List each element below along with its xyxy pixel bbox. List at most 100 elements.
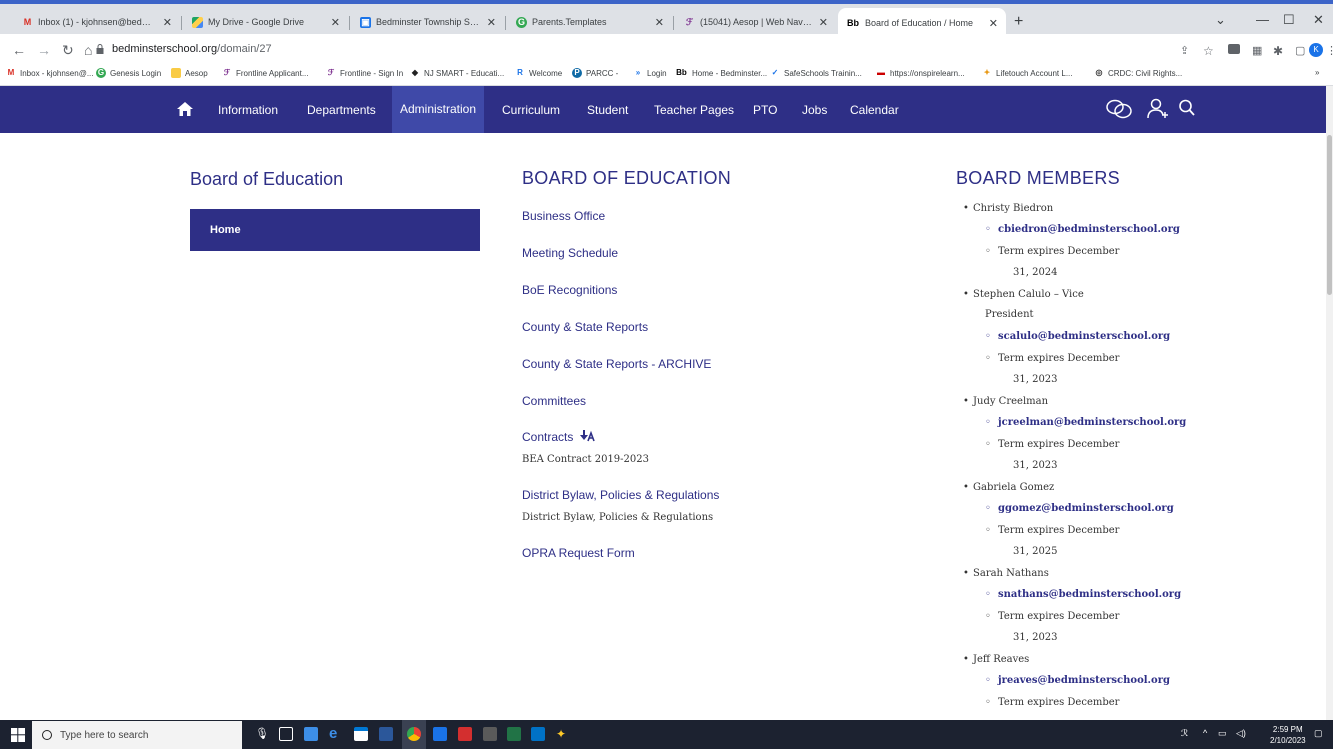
home-icon[interactable]: ⌂: [84, 42, 92, 58]
bookmark-item[interactable]: ℱ Frontline Applicant...: [222, 68, 309, 78]
search-icon[interactable]: [1178, 98, 1196, 118]
side-panel-icon[interactable]: ▢: [1295, 44, 1307, 57]
close-tab-icon[interactable]: ✕: [655, 16, 664, 29]
bookmark-item[interactable]: ◆ NJ SMART - Educati...: [410, 68, 504, 78]
quick-app-icon[interactable]: [458, 727, 472, 741]
close-window-icon[interactable]: ✕: [1313, 12, 1324, 28]
chrome-taskbar-icon[interactable]: [402, 720, 426, 749]
nav-student[interactable]: Student: [587, 103, 628, 117]
nav-calendar[interactable]: Calendar: [850, 103, 899, 117]
bookmark-item[interactable]: ℱ Frontline - Sign In: [326, 68, 403, 78]
member-email[interactable]: jcreelman@bedminsterschool.org: [985, 417, 1186, 428]
extension-icon[interactable]: [1228, 44, 1240, 54]
snipping-tool-icon[interactable]: [483, 727, 497, 741]
new-tab-button[interactable]: +: [1014, 13, 1023, 31]
lock-icon[interactable]: [96, 44, 104, 54]
minimize-icon[interactable]: —: [1256, 12, 1269, 27]
menu-dots-icon[interactable]: ⋮: [1326, 44, 1333, 57]
bookmark-item[interactable]: Aesop: [171, 68, 208, 78]
member-email[interactable]: cbiedron@bedminsterschool.org: [985, 224, 1180, 235]
nav-information[interactable]: Information: [218, 103, 278, 117]
task-view-icon[interactable]: [279, 727, 293, 741]
bookmark-item[interactable]: P PARCC -: [572, 68, 618, 78]
member-email[interactable]: jreaves@bedminsterschool.org: [985, 675, 1170, 686]
mail-app-icon[interactable]: [379, 727, 393, 741]
close-tab-icon[interactable]: ✕: [487, 16, 496, 29]
bookmark-item[interactable]: Bb Home - Bedminster...: [675, 68, 767, 78]
link-meeting-schedule[interactable]: Meeting Schedule: [522, 246, 618, 260]
nav-departments[interactable]: Departments: [307, 103, 376, 117]
member-email[interactable]: snathans@bedminsterschool.org: [985, 589, 1181, 600]
puzzle-icon[interactable]: ✱: [1273, 44, 1285, 58]
bookmark-star-icon[interactable]: ☆: [1203, 44, 1215, 58]
notifications-icon[interactable]: ▢: [1314, 728, 1323, 739]
link-opra-request-form[interactable]: OPRA Request Form: [522, 546, 635, 560]
reload-icon[interactable]: ↻: [62, 42, 74, 59]
member-title: President: [985, 309, 1034, 320]
bookmark-item[interactable]: R Welcome: [515, 68, 562, 78]
people-icon[interactable]: ℛ: [1181, 728, 1188, 739]
link-district-bylaw[interactable]: District Bylaw, Policies & Regulations: [522, 488, 719, 502]
file-explorer-icon[interactable]: [304, 727, 318, 741]
video-app-icon[interactable]: [433, 727, 447, 741]
pinned-app-icon[interactable]: ✦: [556, 727, 570, 741]
site-navigation: Information Departments Administration C…: [0, 86, 1326, 133]
tab-aesop[interactable]: ℱ (15041) Aesop | Web Navigator ✕: [676, 10, 836, 34]
tab-search-icon[interactable]: ⌄: [1215, 12, 1226, 28]
link-boe-recognitions[interactable]: BoE Recognitions: [522, 283, 617, 297]
qr-icon[interactable]: ▦: [1252, 44, 1264, 57]
link-county-state-reports-archive[interactable]: County & State Reports - ARCHIVE: [522, 357, 711, 371]
bookmark-item[interactable]: ✓ SafeSchools Trainin...: [770, 68, 862, 78]
taskbar-search-input[interactable]: Type here to search: [32, 721, 242, 749]
member-term: Term expires December: [985, 353, 1120, 364]
tab-parents-templates[interactable]: G Parents.Templates ✕: [508, 10, 672, 34]
home-icon[interactable]: [176, 100, 194, 118]
maximize-icon[interactable]: ☐: [1283, 12, 1295, 28]
bookmark-item[interactable]: ◎ CRDC: Civil Rights...: [1094, 68, 1183, 78]
volume-icon[interactable]: ◁): [1236, 728, 1246, 739]
nav-administration[interactable]: Administration: [392, 86, 485, 133]
member-email[interactable]: ggomez@bedminsterschool.org: [985, 503, 1174, 514]
nav-curriculum[interactable]: Curriculum: [502, 103, 560, 117]
url-field[interactable]: bedminsterschool.org/domain/27: [112, 43, 272, 55]
edge-icon[interactable]: e: [329, 725, 343, 742]
taskbar-clock[interactable]: 2:59 PM 2/10/2023: [1270, 724, 1306, 746]
link-committees[interactable]: Committees: [522, 394, 586, 408]
bookmark-item[interactable]: » Login: [633, 68, 667, 78]
tab-gmail[interactable]: M Inbox (1) - kjohnsen@bedminste ✕: [14, 10, 180, 34]
bookmark-item[interactable]: G Genesis Login: [96, 68, 161, 78]
network-icon[interactable]: ▭: [1218, 728, 1227, 739]
windows-start-icon[interactable]: [11, 728, 25, 742]
forward-arrow-icon[interactable]: →: [37, 42, 51, 58]
bookmark-item[interactable]: M Inbox - kjohnsen@...: [6, 68, 94, 78]
store-icon[interactable]: [354, 727, 368, 741]
close-tab-icon[interactable]: ✕: [989, 17, 998, 30]
back-arrow-icon[interactable]: ←: [12, 42, 26, 58]
bookmark-item[interactable]: ✦ Lifetouch Account L...: [982, 68, 1073, 78]
close-tab-icon[interactable]: ✕: [163, 16, 172, 29]
member-email[interactable]: scalulo@bedminsterschool.org: [985, 331, 1170, 342]
bookmark-item[interactable]: ▬ https://onspirelearn...: [876, 68, 965, 78]
outlook-icon[interactable]: [531, 727, 545, 741]
translate-icon[interactable]: [1106, 98, 1132, 120]
link-business-office[interactable]: Business Office: [522, 209, 605, 223]
word-icon[interactable]: [507, 727, 521, 741]
close-tab-icon[interactable]: ✕: [331, 16, 340, 29]
nav-pto[interactable]: PTO: [753, 103, 777, 117]
genesis-icon: G: [96, 68, 106, 78]
share-icon[interactable]: ⇪: [1180, 44, 1192, 57]
close-tab-icon[interactable]: ✕: [819, 16, 828, 29]
link-county-state-reports[interactable]: County & State Reports: [522, 320, 648, 334]
nav-jobs[interactable]: Jobs: [802, 103, 827, 117]
tab-google-drive[interactable]: My Drive - Google Drive ✕: [184, 10, 348, 34]
scrollbar-thumb[interactable]: [1327, 135, 1332, 295]
nav-teacher-pages[interactable]: Teacher Pages: [654, 103, 734, 117]
microphone-icon[interactable]: 🎙: [255, 727, 269, 741]
bookmarks-overflow[interactable]: »: [1315, 68, 1319, 77]
sidebar-item-home[interactable]: Home: [190, 209, 480, 251]
link-contracts[interactable]: Contracts: [522, 430, 595, 444]
tray-chevron-icon[interactable]: ^: [1203, 728, 1207, 738]
tab-bedminster-school[interactable]: ▣ Bedminster Township School - C ✕: [352, 10, 504, 34]
profile-avatar[interactable]: K: [1309, 43, 1323, 57]
user-add-icon[interactable]: [1146, 98, 1168, 120]
